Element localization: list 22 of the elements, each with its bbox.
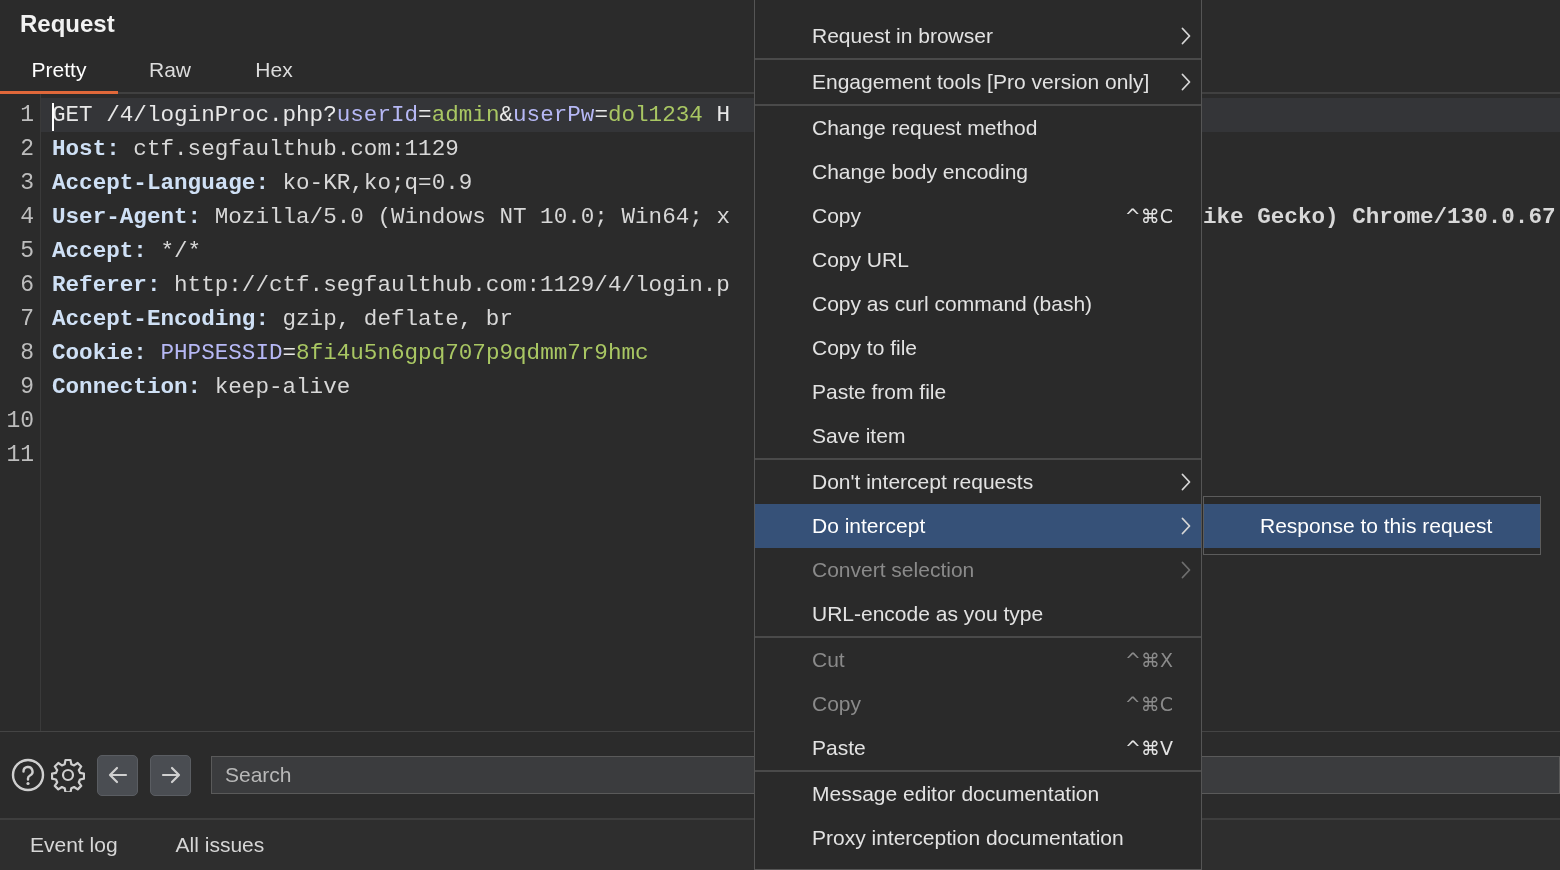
code-line: Accept-Language: ko-KR,ko;q=0.9 <box>52 170 473 196</box>
line-number: 10 <box>5 408 35 434</box>
line-number: 11 <box>5 442 35 468</box>
panel-title: Request <box>20 10 115 38</box>
code-line: User-Agent: Mozilla/5.0 (Windows NT 10.0; Win64; x <box>52 204 730 230</box>
line-number: 1 <box>19 102 35 128</box>
line-number: 4 <box>19 204 35 230</box>
code-line: Accept-Encoding: gzip, deflate, br <box>52 306 513 332</box>
code-line: Host: ctf.segfaulthub.com:1129 <box>52 136 459 162</box>
line-number: 7 <box>19 306 35 332</box>
line-number: 8 <box>19 340 35 366</box>
line-number: 2 <box>19 136 35 162</box>
line-number: 6 <box>19 272 35 298</box>
line-number: 5 <box>19 238 35 264</box>
code-line: ike Gecko) Chrome/130.0.67 <box>1203 204 1556 230</box>
line-number: 3 <box>19 170 35 196</box>
line-number: 9 <box>19 374 35 400</box>
code-line: Connection: keep-alive <box>52 374 351 400</box>
code-line: Cookie: PHPSESSID=8fi4u5n6gpq707p9qdmm7r9hmc <box>52 340 649 366</box>
code-line: Accept: */* <box>52 238 202 264</box>
code-line: GET /4/loginProc.php?userId=admin&userPw=dol1234 H <box>52 102 730 128</box>
code-line: Referer: http://ctf.segfaulthub.com:1129/4/login.p <box>52 272 730 298</box>
